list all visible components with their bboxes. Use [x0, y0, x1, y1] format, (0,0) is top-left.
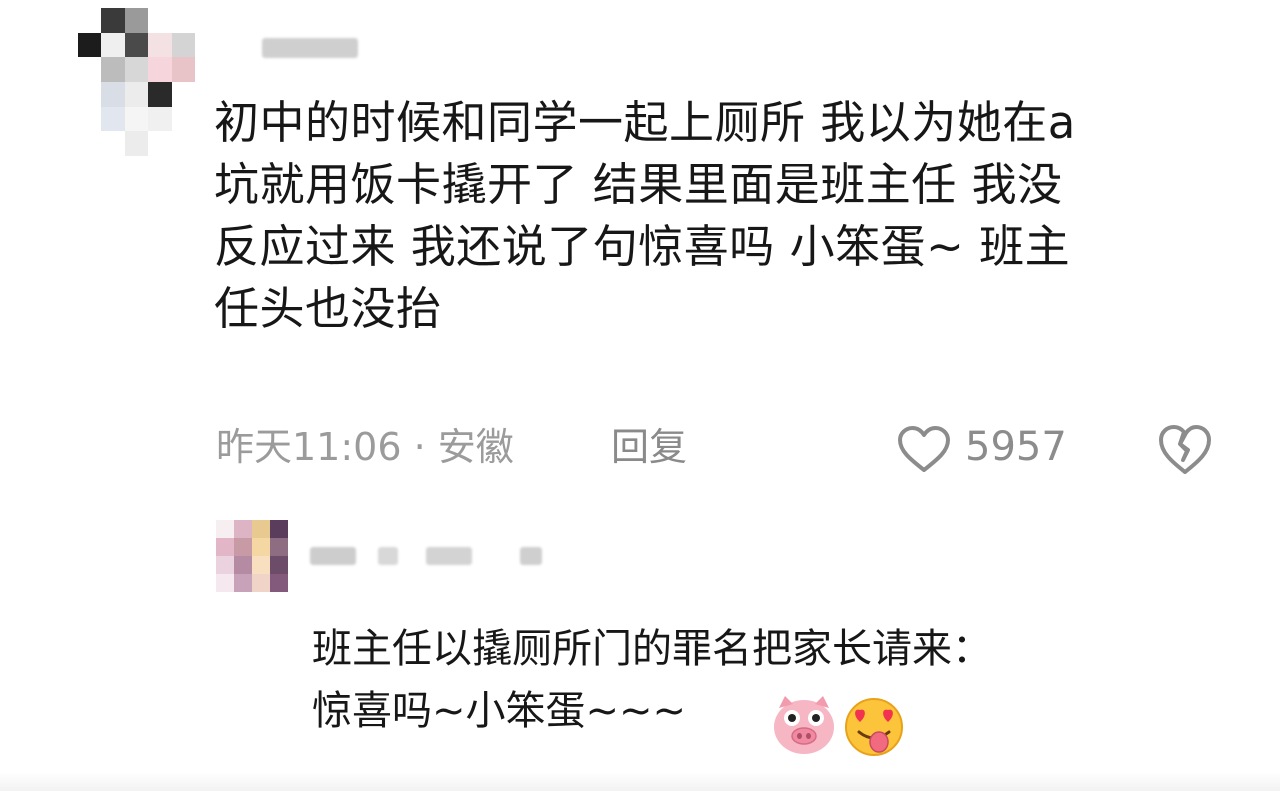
comment-text: 初中的时候和同学一起上厕所 我以为她在a 坑就用饭卡撬开了 结果里面是班主任 我…	[214, 96, 1076, 335]
replier-avatar[interactable]	[216, 520, 288, 592]
like-count: 5957	[965, 424, 1067, 470]
replier-name-fragment	[378, 547, 398, 565]
reply-emojis	[771, 692, 911, 762]
commenter-username-blurred[interactable]	[262, 38, 358, 58]
replier-username-blurred[interactable]	[310, 547, 356, 565]
replier-name-fragment	[520, 547, 542, 565]
comment-time-location: 昨天11:06 · 安徽	[216, 425, 514, 469]
replier-name-fragment	[426, 547, 472, 565]
pig-face-emoji	[774, 696, 834, 754]
broken-heart-icon[interactable]	[1156, 422, 1214, 476]
next-comment-edge	[0, 772, 1280, 791]
heart-outline-icon[interactable]	[896, 424, 952, 474]
heart-eyes-tongue-emoji	[845, 698, 903, 756]
reply-button[interactable]: 回复	[611, 422, 687, 472]
commenter-avatar[interactable]	[78, 8, 195, 156]
